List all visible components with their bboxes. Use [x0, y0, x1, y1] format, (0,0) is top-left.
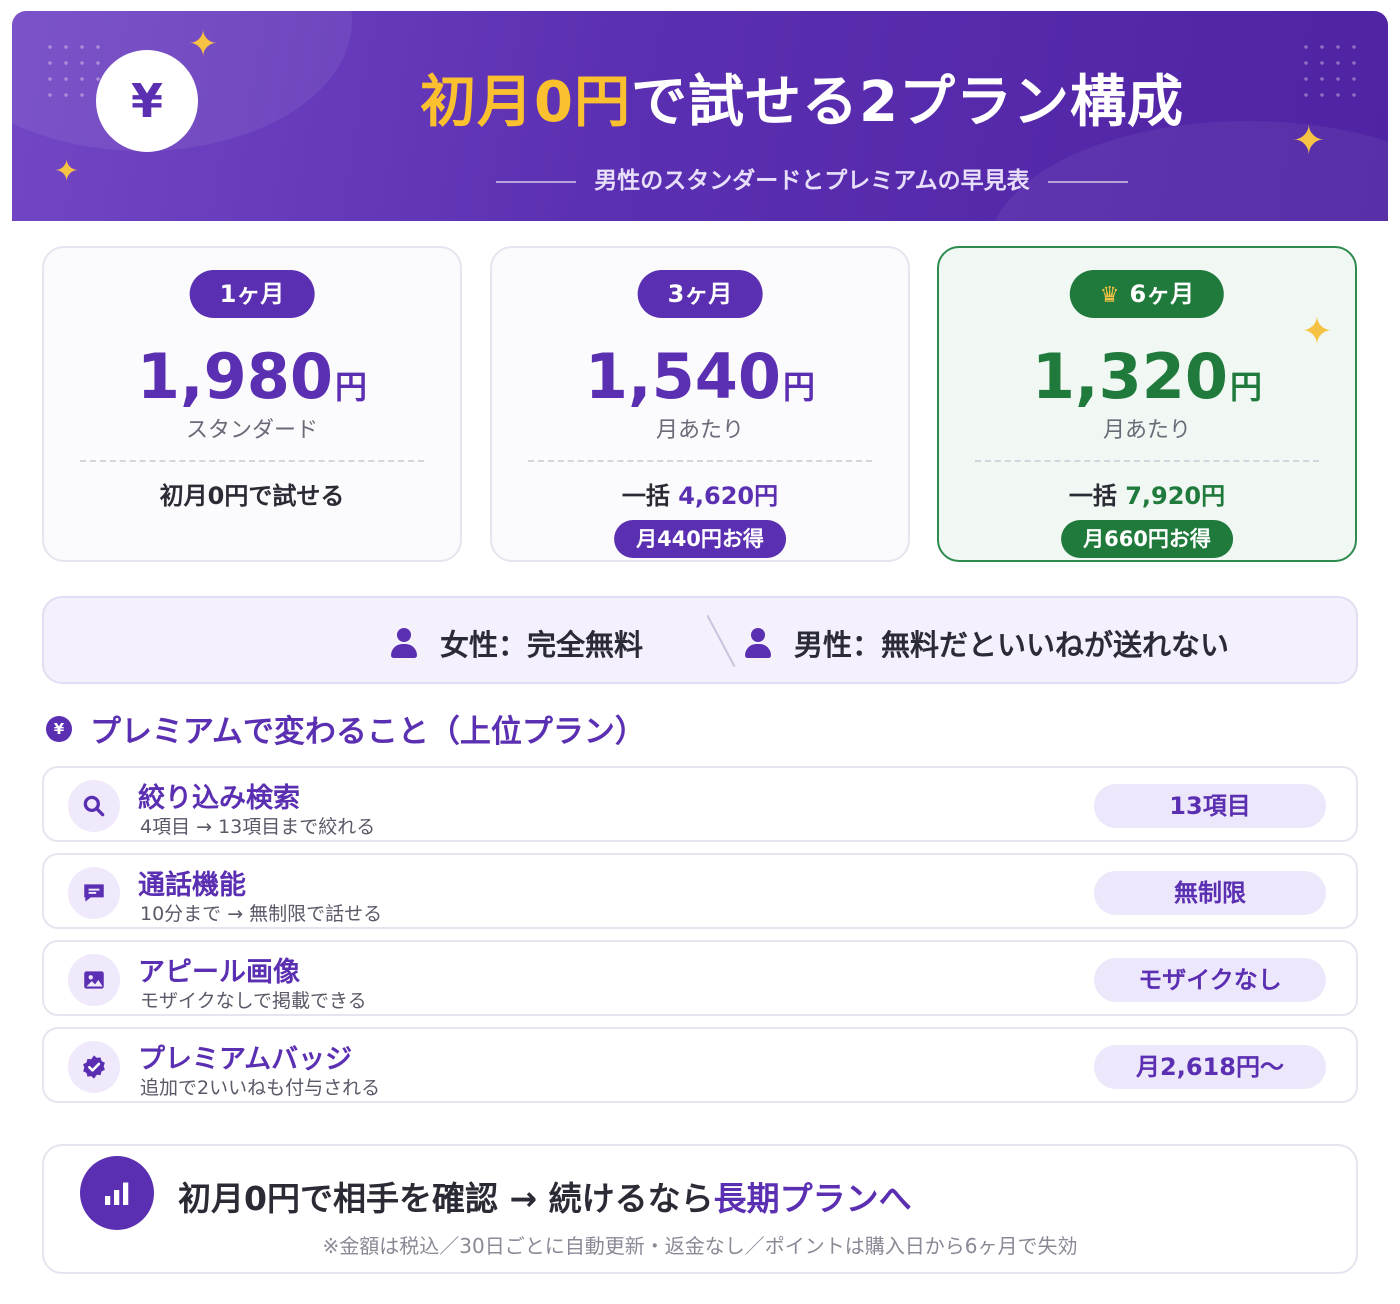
feature-desc: 4項目 → 13項目まで絞れる — [140, 816, 376, 838]
yen-icon: ¥ — [46, 715, 72, 742]
feature-row: プレミアムバッジ 追加で2いいねも付与される 月2,618円〜 — [42, 1027, 1358, 1103]
gender-pricing-bar: 女性：完全無料 男性：無料だといいねが送れない — [42, 596, 1358, 684]
plan-bulk-total: 一括 4,620円 — [621, 482, 779, 510]
plan-bulk-total: 一括 7,920円 — [1068, 482, 1226, 510]
feature-name: 通話機能 — [138, 870, 246, 901]
subtitle-rule — [496, 180, 577, 183]
feature-desc: モザイクなしで掲載できる — [140, 990, 367, 1012]
female-pricing: 女性：完全無料 — [390, 622, 643, 664]
divider — [975, 460, 1319, 462]
feature-tag: モザイクなし — [1094, 958, 1326, 1002]
feature-desc: 10分まで → 無制限で話せる — [140, 903, 383, 925]
plan-price: 1,540円 — [584, 340, 816, 413]
page-subtitle: 男性のスタンダードとプレミアムの早見表 — [412, 161, 1212, 195]
plan-duration-badge: 3ヶ月 — [637, 270, 763, 318]
plan-duration-badge: 1ヶ月 — [189, 270, 315, 318]
plan-bulk-text: 初月0円で試せる — [159, 482, 345, 510]
plan-price-label: 月あたり — [1102, 418, 1191, 443]
yen-icon: ¥ — [96, 50, 198, 152]
crown-icon: ♛ — [1099, 283, 1120, 308]
badge-check-icon — [68, 1041, 120, 1093]
feature-name: 絞り込み検索 — [138, 783, 300, 814]
plan-card-3month[interactable]: 3ヶ月 1,540円 月あたり 一括 4,620円 月440円お得 — [490, 246, 910, 562]
feature-name: プレミアムバッジ — [138, 1044, 353, 1075]
divider — [528, 460, 872, 462]
page-title: 初月0円で試せる2プラン構成 — [420, 70, 1184, 135]
plan-card-6month[interactable]: ♛ 6ヶ月 ✦ 1,320円 月あたり 一括 7,920円 月660円お得 — [937, 246, 1357, 562]
feature-desc: 追加で2いいねも付与される — [140, 1077, 381, 1099]
male-pricing: 男性：無料だといいねが送れない — [744, 622, 1229, 664]
footnote: ※金額は税込／30日ごとに自動更新・返金なし／ポイントは購入日から6ヶ月で失効 — [322, 1234, 1078, 1258]
subtitle-rule — [1047, 180, 1128, 183]
feature-tag: 13項目 — [1094, 784, 1326, 828]
chat-icon — [68, 867, 120, 919]
feature-row: アピール画像 モザイクなしで掲載できる モザイクなし — [42, 940, 1358, 1016]
summary-message: 初月0円で相手を確認 → 続けるなら長期プランへ — [178, 1179, 912, 1218]
plan-saving-badge: 月440円お得 — [614, 520, 786, 558]
feature-name: アピール画像 — [138, 957, 300, 988]
plan-price: 1,980円 — [136, 340, 368, 413]
image-icon — [68, 954, 120, 1006]
plan-price-label: 月あたり — [655, 418, 744, 443]
sparkle-icon: ✦ — [188, 24, 219, 65]
plan-duration-badge: ♛ 6ヶ月 — [1069, 270, 1225, 318]
divider — [80, 460, 424, 462]
header-banner: ¥ ✦ ✦ ✦ 初月0円で試せる2プラン構成 男性のスタンダードとプレミアムの早… — [12, 11, 1388, 221]
plan-price-label: スタンダード — [185, 418, 318, 443]
sparkle-icon: ✦ — [1292, 118, 1326, 164]
section-title: ¥ プレミアムで変わること（上位プラン） — [46, 706, 646, 751]
decor-dots — [1298, 39, 1362, 103]
feature-tag: 無制限 — [1094, 871, 1326, 915]
feature-tag: 月2,618円〜 — [1094, 1045, 1326, 1089]
person-icon — [390, 627, 418, 659]
summary-card: 初月0円で相手を確認 → 続けるなら長期プランへ ※金額は税込／30日ごとに自動… — [42, 1144, 1358, 1274]
feature-row: 通話機能 10分まで → 無制限で話せる 無制限 — [42, 853, 1358, 929]
feature-row: 絞り込み検索 4項目 → 13項目まで絞れる 13項目 — [42, 766, 1358, 842]
plan-card-1month[interactable]: 1ヶ月 1,980円 スタンダード 初月0円で試せる — [42, 246, 462, 562]
chart-bars-icon — [80, 1156, 154, 1230]
person-icon — [744, 627, 772, 659]
plan-price: 1,320円 — [1031, 340, 1263, 413]
sparkle-icon: ✦ — [54, 154, 80, 189]
plan-saving-badge: 月660円お得 — [1061, 520, 1233, 558]
separator — [706, 614, 736, 668]
search-icon — [68, 780, 120, 832]
